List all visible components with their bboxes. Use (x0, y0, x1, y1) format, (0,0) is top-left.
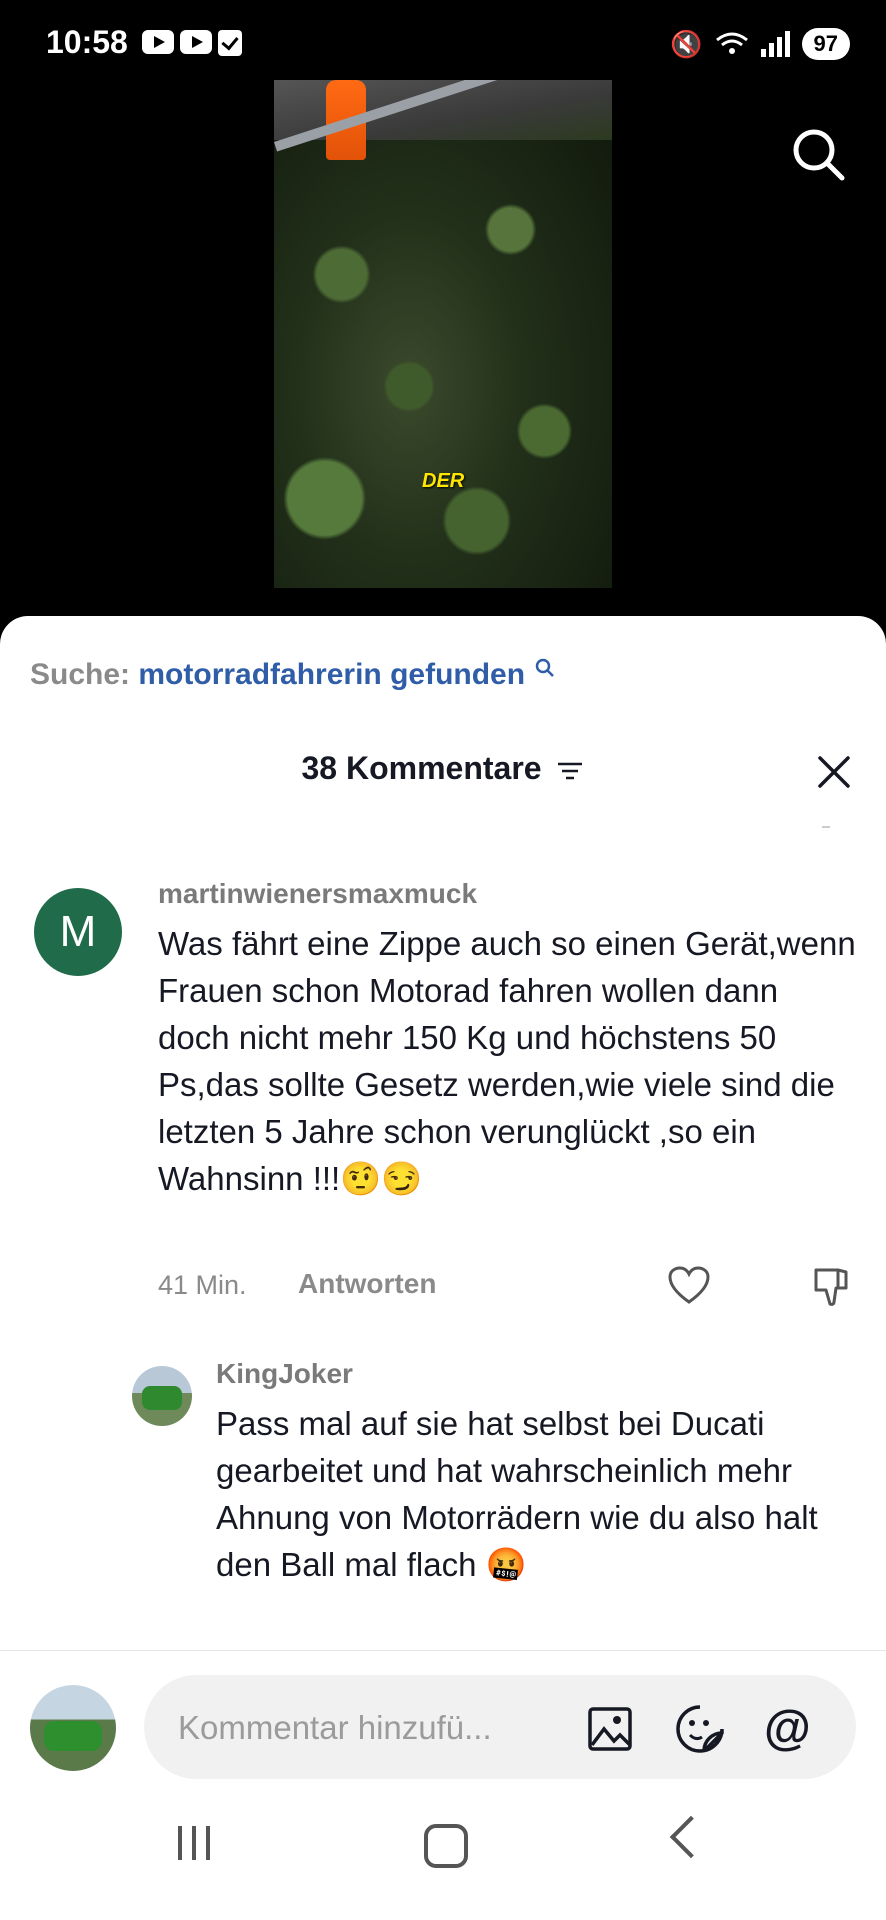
comment-text: Was fährt eine Zippe auch so einen Gerät… (158, 925, 856, 1197)
notification-icons (142, 30, 242, 56)
comment-input[interactable]: Kommentar hinzufü... @ (144, 1675, 856, 1779)
comment-input-bar: Kommentar hinzufü... @ (0, 1650, 886, 1781)
reply-button[interactable]: Antworten (298, 1268, 436, 1300)
at-icon[interactable]: @ (764, 1701, 811, 1756)
search-icon[interactable] (790, 126, 846, 182)
close-icon[interactable] (816, 754, 852, 790)
comment-timestamp: 41 Min. (158, 1270, 247, 1300)
comment-username[interactable]: KingJoker (216, 1358, 353, 1390)
video-player[interactable]: DER (274, 80, 612, 588)
wifi-icon (715, 31, 749, 57)
mute-icon: 🔇 (670, 28, 703, 59)
my-avatar[interactable] (30, 1685, 116, 1771)
search-suggestion[interactable]: Suche: motorradfahrerin gefunden (30, 658, 555, 692)
emoji-icon[interactable] (674, 1703, 726, 1755)
system-icons: 🔇 97 (670, 28, 850, 60)
recent-apps-button[interactable] (178, 1826, 220, 1865)
home-button[interactable] (424, 1824, 468, 1868)
scroll-indicator (822, 826, 830, 828)
status-bar: 10:58 🔇 97 (0, 0, 886, 86)
comments-title: 38 Kommentare (0, 750, 886, 787)
search-term-link[interactable]: motorradfahrerin gefunden (138, 658, 525, 691)
video-vegetation (274, 140, 612, 588)
youtube-icon (142, 30, 174, 54)
dislike-icon[interactable] (810, 1266, 852, 1308)
search-prefix: Suche: (30, 658, 131, 691)
youtube-icon (180, 30, 212, 54)
heart-icon[interactable] (668, 1266, 710, 1306)
checkbox-icon (218, 30, 242, 56)
comment-input-placeholder[interactable]: Kommentar hinzufü... (178, 1709, 492, 1747)
search-icon (536, 658, 555, 677)
avatar[interactable]: M (34, 888, 122, 976)
battery-indicator: 97 (801, 28, 850, 60)
video-caption: DER (422, 470, 465, 492)
clock: 10:58 (46, 24, 128, 60)
comment-text: Pass mal auf sie hat selbst bei Ducati g… (216, 1405, 818, 1583)
back-button[interactable] (669, 1815, 713, 1859)
comments-count: 38 Kommentare (301, 750, 542, 786)
image-icon[interactable] (586, 1705, 634, 1753)
signal-icon (760, 31, 790, 57)
comment-username[interactable]: martinwienersmaxmuck (158, 878, 477, 910)
system-nav-bar (0, 1780, 886, 1920)
filter-icon[interactable] (556, 761, 584, 781)
avatar[interactable] (132, 1366, 192, 1426)
